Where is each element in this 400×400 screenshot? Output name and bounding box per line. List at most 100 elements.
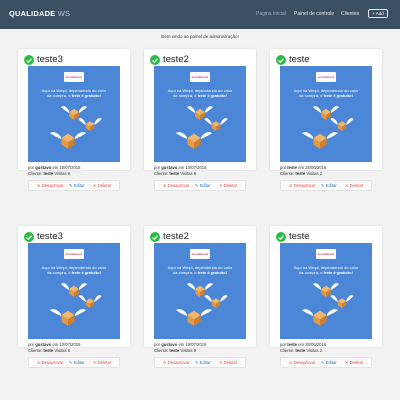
card-title[interactable]: teste: [289, 55, 310, 65]
card-meta: por teste em 28/06/2016 Cliente: teste V…: [280, 342, 326, 353]
disapprove-label: Desaprovar: [41, 183, 64, 188]
meta-cliente-label: Cliente:: [28, 170, 43, 176]
meta-por: por: [28, 165, 35, 170]
delete-button[interactable]: ✕ Deletar: [345, 360, 363, 365]
meta-date: 10/07/2016: [185, 165, 207, 170]
meta-author[interactable]: gustavo: [35, 165, 51, 170]
flying-boxes-illustration: [301, 106, 354, 149]
meta-visitas: Visitas 6: [54, 347, 71, 353]
disapprove-label: Desaprovar: [167, 183, 190, 188]
meta-date: 10/07/2016: [185, 342, 207, 347]
card-title[interactable]: teste3: [37, 232, 63, 242]
edit-button[interactable]: ✎ Editar: [321, 183, 337, 188]
check-circle-icon: [24, 55, 34, 65]
meta-date: 10/07/2016: [59, 165, 81, 170]
meta-author[interactable]: teste: [287, 342, 297, 347]
delete-button[interactable]: ✕ Deletar: [219, 360, 237, 365]
delete-label: Deletar: [223, 360, 238, 365]
promo-image[interactable]: ecommerce Aqui na Wmpi, dependendo do va…: [154, 66, 246, 162]
delete-button[interactable]: ✕ Deletar: [219, 183, 237, 188]
meta-author[interactable]: teste: [287, 165, 297, 170]
edit-label: Editar: [325, 183, 337, 188]
top-navbar: QUALIDADE WS Página Inicial Painel de co…: [0, 0, 400, 29]
welcome-message: Bem vindo ao painel de administração!: [161, 34, 239, 39]
card-meta: por teste em 28/06/2016 Cliente: teste V…: [280, 165, 326, 176]
promo-image[interactable]: ecommerce Aqui na Wmpi, dependendo do va…: [28, 66, 120, 162]
meta-em: em: [52, 342, 59, 347]
card-title[interactable]: teste2: [163, 232, 189, 242]
delete-button[interactable]: ✕ Deletar: [345, 183, 363, 188]
promo-image[interactable]: ecommerce Aqui na Wmpi, dependendo do va…: [280, 243, 372, 339]
delete-button[interactable]: ✕ Deletar: [93, 183, 111, 188]
post-card: teste ecommerce Aqui na Wmpi, dependendo…: [270, 49, 382, 191]
add-button[interactable]: + Add: [368, 9, 388, 18]
nav-clients-link[interactable]: Clientes: [341, 11, 359, 17]
flying-boxes-illustration: [49, 106, 102, 149]
meta-visitas: Visitas 2: [306, 347, 323, 353]
card-actions: ⊘ Desaprovar ✎ Editar ✕ Deletar: [28, 180, 120, 191]
delete-label: Deletar: [97, 360, 112, 365]
edit-button[interactable]: ✎ Editar: [195, 360, 211, 365]
disapprove-button[interactable]: ⊘ Desaprovar: [163, 183, 189, 188]
promo-image[interactable]: ecommerce Aqui na Wmpi, dependendo do va…: [280, 66, 372, 162]
flying-boxes-illustration: [175, 106, 228, 149]
meta-author[interactable]: gustavo: [35, 342, 51, 347]
disapprove-button[interactable]: ⊘ Desaprovar: [289, 183, 315, 188]
meta-por: por: [154, 342, 161, 347]
meta-por: por: [280, 165, 287, 170]
post-card: teste3 ecommerce Aqui na Wmpi, dependend…: [18, 49, 130, 191]
disapprove-button[interactable]: ⊘ Desaprovar: [37, 183, 63, 188]
nav-home-link[interactable]: Página Inicial: [256, 11, 286, 17]
meta-client: teste: [169, 170, 180, 176]
brand-bold: QUALIDADE: [9, 9, 56, 18]
disapprove-label: Desaprovar: [293, 183, 316, 188]
meta-visitas: Visitas 2: [306, 170, 323, 176]
card-actions: ⊘ Desaprovar ✎ Editar ✕ Deletar: [28, 357, 120, 368]
brand-light: WS: [57, 9, 71, 18]
disapprove-button[interactable]: ⊘ Desaprovar: [37, 360, 63, 365]
meta-cliente-label: Cliente:: [280, 170, 295, 176]
post-card: teste2 ecommerce Aqui na Wmpi, dependend…: [144, 49, 256, 191]
meta-em: em: [178, 165, 185, 170]
meta-por: por: [280, 342, 287, 347]
brand-logo[interactable]: QUALIDADE WS: [9, 9, 70, 18]
edit-label: Editar: [73, 183, 85, 188]
card-title[interactable]: teste2: [163, 55, 189, 65]
post-card: teste3 ecommerce Aqui na Wmpi, dependend…: [18, 226, 130, 368]
disapprove-button[interactable]: ⊘ Desaprovar: [163, 360, 189, 365]
meta-em: em: [52, 165, 59, 170]
nav-dashboard-link[interactable]: Painel de controle: [294, 11, 334, 17]
edit-label: Editar: [199, 183, 211, 188]
card-actions: ⊘ Desaprovar ✎ Editar ✕ Deletar: [154, 357, 246, 368]
promo-image[interactable]: ecommerce Aqui na Wmpi, dependendo do va…: [154, 243, 246, 339]
edit-button[interactable]: ✎ Editar: [69, 183, 85, 188]
disapprove-label: Desaprovar: [293, 360, 316, 365]
edit-button[interactable]: ✎ Editar: [321, 360, 337, 365]
meta-em: em: [298, 342, 305, 347]
meta-date: 28/06/2016: [305, 165, 327, 170]
card-meta: por gustavo em 10/07/2016 Cliente: teste…: [28, 165, 80, 176]
meta-client: teste: [43, 170, 54, 176]
edit-button[interactable]: ✎ Editar: [195, 183, 211, 188]
card-title[interactable]: teste3: [37, 55, 63, 65]
delete-label: Deletar: [349, 183, 364, 188]
meta-visitas: Visitas 8: [180, 347, 197, 353]
check-circle-icon: [276, 55, 286, 65]
meta-date: 10/07/2016: [59, 342, 81, 347]
meta-author[interactable]: gustavo: [161, 342, 177, 347]
card-actions: ⊘ Desaprovar ✎ Editar ✕ Deletar: [280, 357, 372, 368]
meta-cliente-label: Cliente:: [154, 170, 169, 176]
promo-image[interactable]: ecommerce Aqui na Wmpi, dependendo do va…: [28, 243, 120, 339]
meta-cliente-label: Cliente:: [280, 347, 295, 353]
meta-author[interactable]: gustavo: [161, 165, 177, 170]
disapprove-label: Desaprovar: [41, 360, 64, 365]
meta-visitas: Visitas 8: [180, 170, 197, 176]
meta-em: em: [298, 165, 305, 170]
check-circle-icon: [24, 232, 34, 242]
disapprove-button[interactable]: ⊘ Desaprovar: [289, 360, 315, 365]
edit-button[interactable]: ✎ Editar: [69, 360, 85, 365]
card-title[interactable]: teste: [289, 232, 310, 242]
card-meta: por gustavo em 10/07/2016 Cliente: teste…: [28, 342, 80, 353]
delete-button[interactable]: ✕ Deletar: [93, 360, 111, 365]
flying-boxes-illustration: [175, 283, 228, 326]
